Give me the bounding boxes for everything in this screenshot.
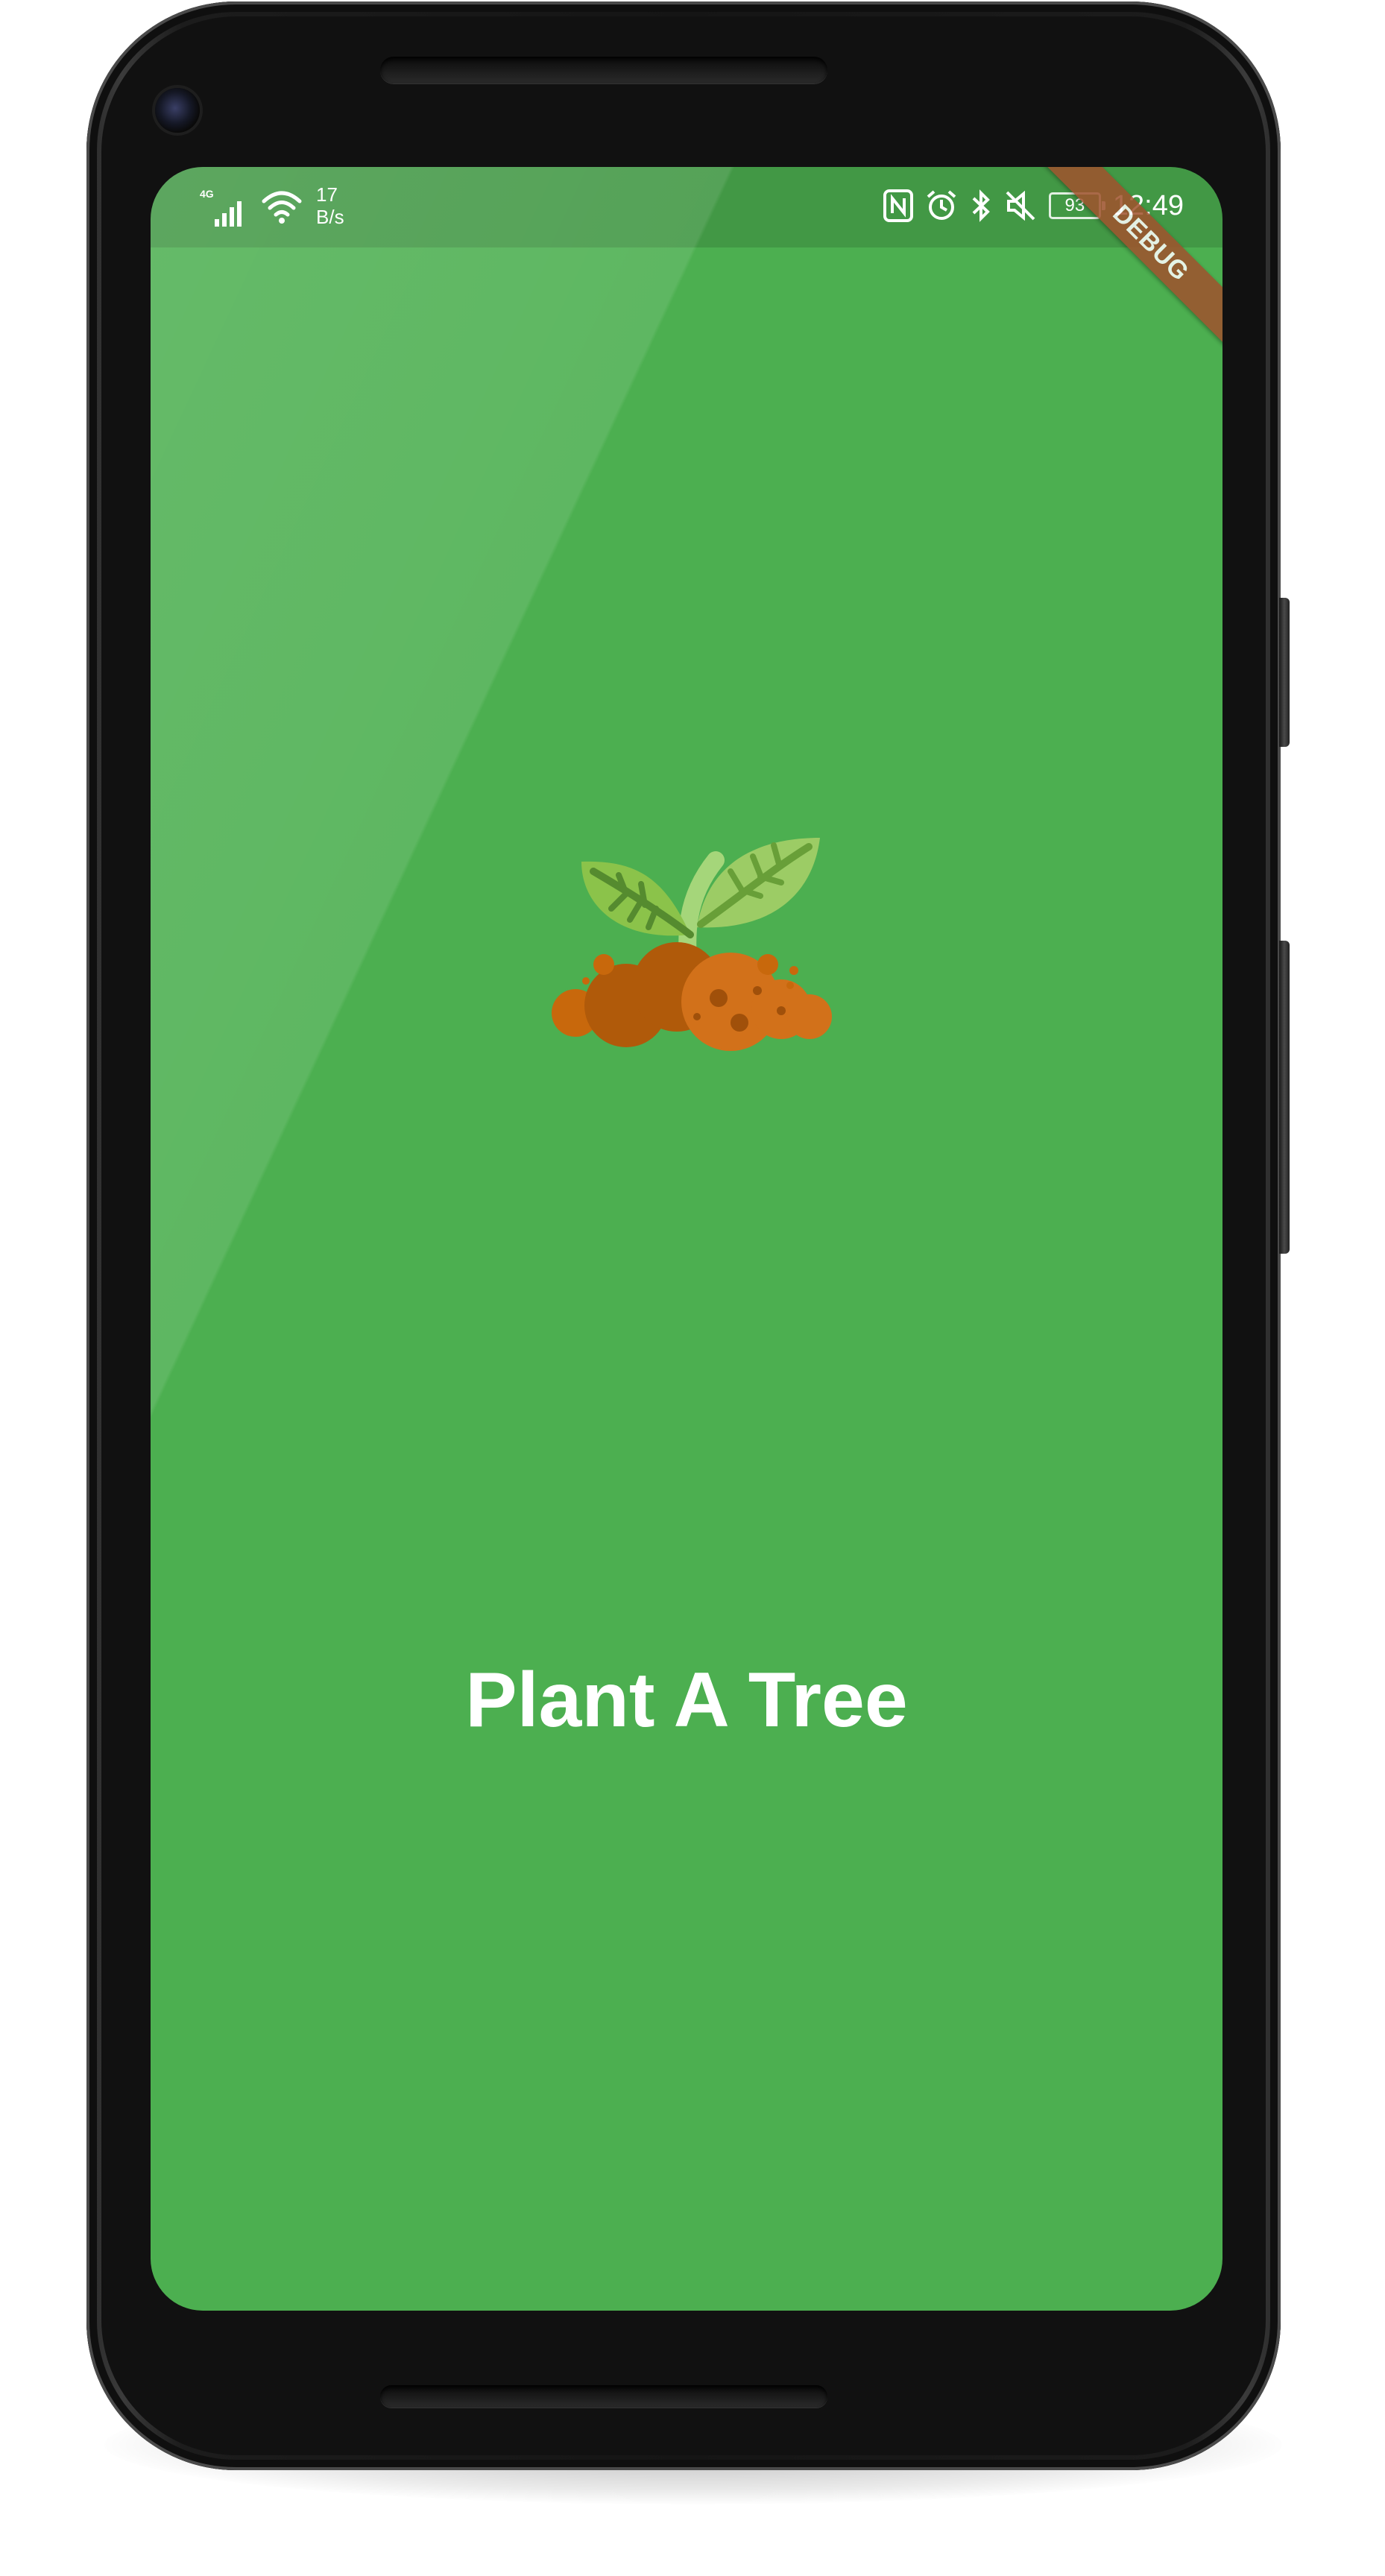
data-speed-value: 17: [316, 183, 338, 206]
app-title: Plant A Tree: [465, 1657, 908, 1743]
wifi-icon: [262, 191, 302, 224]
power-button: [1279, 598, 1290, 747]
status-left: 4G 17 B/s: [200, 183, 344, 228]
bluetooth-icon: [972, 189, 990, 222]
data-speed-unit: B/s: [316, 206, 344, 228]
data-speed: 17 B/s: [316, 183, 344, 228]
nfc-icon: [883, 189, 913, 222]
sprout-in-soil-icon: [552, 838, 832, 1051]
mute-icon: [1006, 190, 1035, 221]
earpiece-speaker: [380, 57, 827, 83]
volume-button: [1279, 941, 1290, 1254]
network-type: 4G: [200, 188, 214, 200]
bottom-speaker: [380, 2385, 827, 2408]
cellular-signal-icon: 4G: [200, 188, 247, 227]
screen-glare: [151, 167, 1222, 2311]
front-camera: [155, 88, 200, 133]
alarm-icon: [927, 190, 956, 220]
app-screen: 4G 17 B/s 93 12:49 Plant A Tree DEBUG: [151, 167, 1222, 2311]
